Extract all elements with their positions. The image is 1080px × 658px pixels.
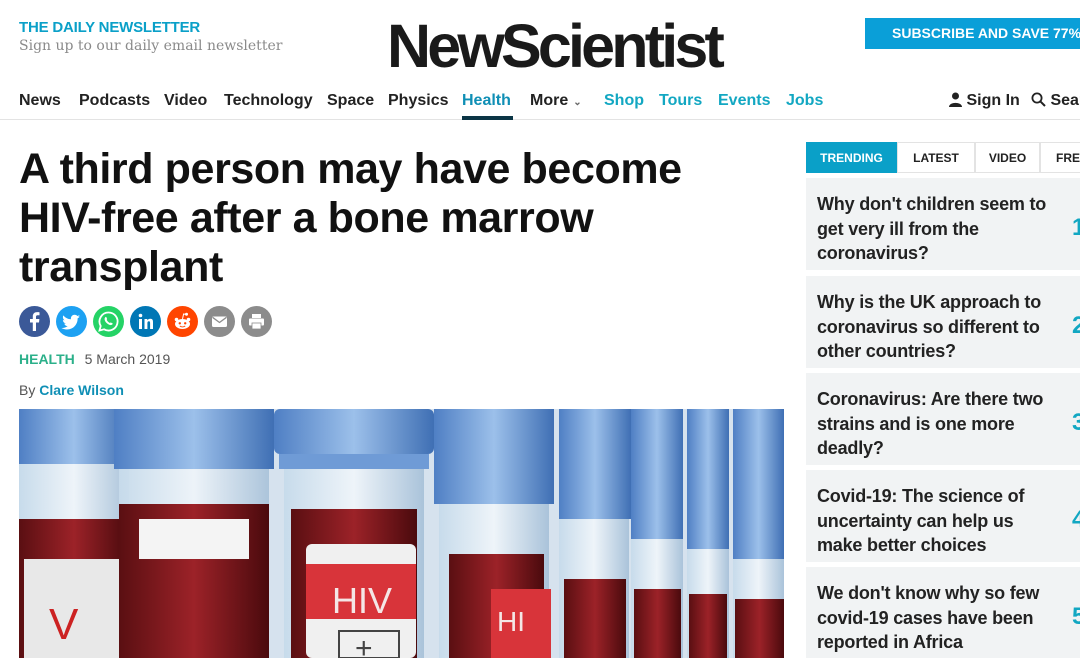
active-nav-indicator [462, 116, 513, 120]
subscribe-button[interactable]: SUBSCRIBE AND SAVE 77% [865, 18, 1080, 49]
facebook-share-button[interactable] [19, 306, 50, 337]
email-share-button[interactable] [204, 306, 235, 337]
svg-text:+: + [355, 632, 373, 658]
author-link[interactable]: Clare Wilson [39, 382, 124, 398]
blood-sample-tubes-illustration: V HIV + HI [19, 409, 784, 658]
hiv-label-text: HIV [332, 580, 392, 621]
nav-item-video[interactable]: Video [164, 92, 207, 110]
tab-free[interactable]: FRE [1040, 142, 1080, 173]
nav-item-shop[interactable]: Shop [604, 92, 644, 110]
print-icon [249, 314, 264, 330]
trending-item[interactable]: Coronavirus: Are there two strains and i… [806, 373, 1080, 465]
site-logo[interactable]: NewScientist [387, 10, 725, 82]
nav-item-more-label: More [530, 92, 569, 109]
svg-text:HI: HI [497, 606, 525, 637]
facebook-icon [30, 312, 40, 331]
article-meta: HEALTH 5 March 2019 [19, 351, 170, 367]
section-label[interactable]: HEALTH [19, 351, 75, 367]
nav-item-physics[interactable]: Physics [388, 92, 448, 110]
nav-item-more[interactable]: More ⌄ [530, 92, 582, 110]
search-icon [1031, 92, 1046, 107]
sign-in-label: Sign In [966, 92, 1020, 109]
trending-item[interactable]: Covid-19: The science of uncertainty can… [806, 470, 1080, 562]
hero-image: V HIV + HI [19, 409, 784, 658]
user-icon [949, 92, 962, 107]
trending-item-number: 3 [1072, 409, 1080, 436]
twitter-icon [61, 314, 80, 330]
trending-item-number: 4 [1072, 506, 1080, 533]
linkedin-share-button[interactable] [130, 306, 161, 337]
search-label: Sear [1050, 92, 1080, 109]
search-button[interactable]: Sear [1031, 92, 1080, 110]
tab-video[interactable]: VIDEO [975, 142, 1040, 173]
double-chevron-down-icon: ⌄ [573, 97, 582, 108]
svg-text:V: V [49, 600, 79, 649]
trending-item-number: 5 [1072, 603, 1080, 630]
nav-item-podcasts[interactable]: Podcasts [79, 92, 150, 110]
reddit-icon [174, 312, 191, 329]
whatsapp-share-button[interactable] [93, 306, 124, 337]
trending-item-title[interactable]: We don't know why so few covid-19 cases … [817, 581, 1062, 655]
twitter-share-button[interactable] [56, 306, 87, 337]
trending-item-title[interactable]: Covid-19: The science of uncertainty can… [817, 484, 1062, 558]
newsletter-signup[interactable]: THE DAILY NEWSLETTER Sign up to our dail… [19, 19, 282, 54]
trending-item-title[interactable]: Why is the UK approach to coronavirus so… [817, 290, 1062, 364]
whatsapp-icon [98, 311, 119, 332]
trending-item[interactable]: We don't know why so few covid-19 cases … [806, 567, 1080, 658]
trending-item[interactable]: Why don't children seem to get very ill … [806, 178, 1080, 270]
nav-item-health[interactable]: Health [462, 92, 511, 110]
tab-trending[interactable]: TRENDING [806, 142, 897, 173]
trending-item-number: 2 [1072, 312, 1080, 339]
tab-latest[interactable]: LATEST [897, 142, 975, 173]
nav-item-technology[interactable]: Technology [224, 92, 313, 110]
newsletter-title[interactable]: THE DAILY NEWSLETTER [19, 19, 282, 36]
byline-prefix: By [19, 382, 36, 398]
trending-item[interactable]: Why is the UK approach to coronavirus so… [806, 276, 1080, 368]
reddit-share-button[interactable] [167, 306, 198, 337]
main-nav: News Podcasts Video Technology Space Phy… [0, 84, 1080, 120]
newsletter-subtitle[interactable]: Sign up to our daily email newsletter [19, 38, 282, 54]
print-share-button[interactable] [241, 306, 272, 337]
nav-item-space[interactable]: Space [327, 92, 374, 110]
linkedin-icon [138, 313, 153, 329]
byline: By Clare Wilson [19, 382, 124, 398]
nav-item-events[interactable]: Events [718, 92, 770, 110]
nav-item-news[interactable]: News [19, 92, 61, 110]
publish-date: 5 March 2019 [84, 351, 171, 367]
trending-item-number: 1 [1072, 214, 1080, 241]
sign-in-link[interactable]: Sign In [949, 92, 1020, 110]
nav-item-tours[interactable]: Tours [659, 92, 702, 110]
trending-item-title[interactable]: Coronavirus: Are there two strains and i… [817, 387, 1062, 461]
article-headline: A third person may have become HIV-free … [19, 145, 682, 291]
email-icon [212, 316, 227, 327]
trending-item-title[interactable]: Why don't children seem to get very ill … [817, 192, 1062, 266]
nav-item-jobs[interactable]: Jobs [786, 92, 823, 110]
